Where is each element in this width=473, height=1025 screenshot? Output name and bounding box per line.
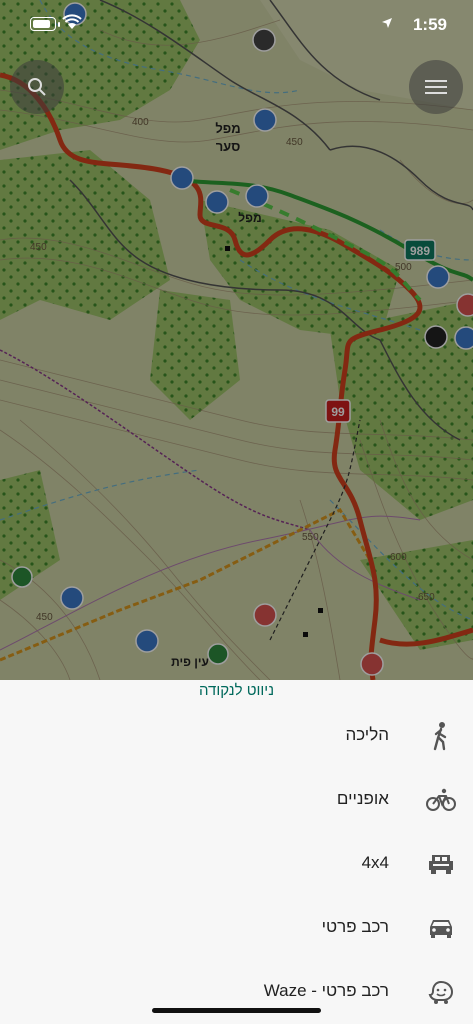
option-bicycle[interactable]: אופניים xyxy=(0,769,473,833)
waze-icon xyxy=(424,975,458,1009)
hamburger-icon xyxy=(425,80,447,94)
option-label: 4x4 xyxy=(361,853,389,872)
home-indicator[interactable] xyxy=(152,1008,321,1013)
map-dim-overlay xyxy=(0,0,473,680)
walking-icon xyxy=(424,719,458,753)
navigation-sheet: ניווט לנקודה הליכה אופניים 4x4 רכב פרטי … xyxy=(0,680,473,1024)
location-arrow-icon xyxy=(382,18,392,28)
wifi-icon xyxy=(62,14,82,29)
search-icon xyxy=(28,78,46,96)
bicycle-icon xyxy=(424,783,458,817)
jeep-icon xyxy=(424,847,458,881)
status-time: 1:59 xyxy=(412,15,447,34)
option-label: הליכה xyxy=(345,725,389,744)
option-4x4[interactable]: 4x4 xyxy=(0,833,473,897)
search-button[interactable] xyxy=(10,60,64,114)
option-car[interactable]: רכב פרטי xyxy=(0,897,473,961)
menu-button[interactable] xyxy=(409,60,463,114)
sheet-title: ניווט לנקודה xyxy=(198,682,275,699)
option-walking[interactable]: הליכה xyxy=(0,705,473,769)
option-label: אופניים xyxy=(336,789,389,808)
car-icon xyxy=(424,911,458,945)
option-waze[interactable]: רכב פרטי - Waze xyxy=(0,961,473,1025)
option-label: רכב פרטי - Waze xyxy=(263,981,389,1000)
battery-icon xyxy=(30,17,60,31)
option-label: רכב פרטי xyxy=(321,917,389,936)
status-bar: 1:59 xyxy=(0,0,473,50)
map-view[interactable]: 99 989 מפל סער מפל עין פית 400 450 450 5… xyxy=(0,0,473,680)
